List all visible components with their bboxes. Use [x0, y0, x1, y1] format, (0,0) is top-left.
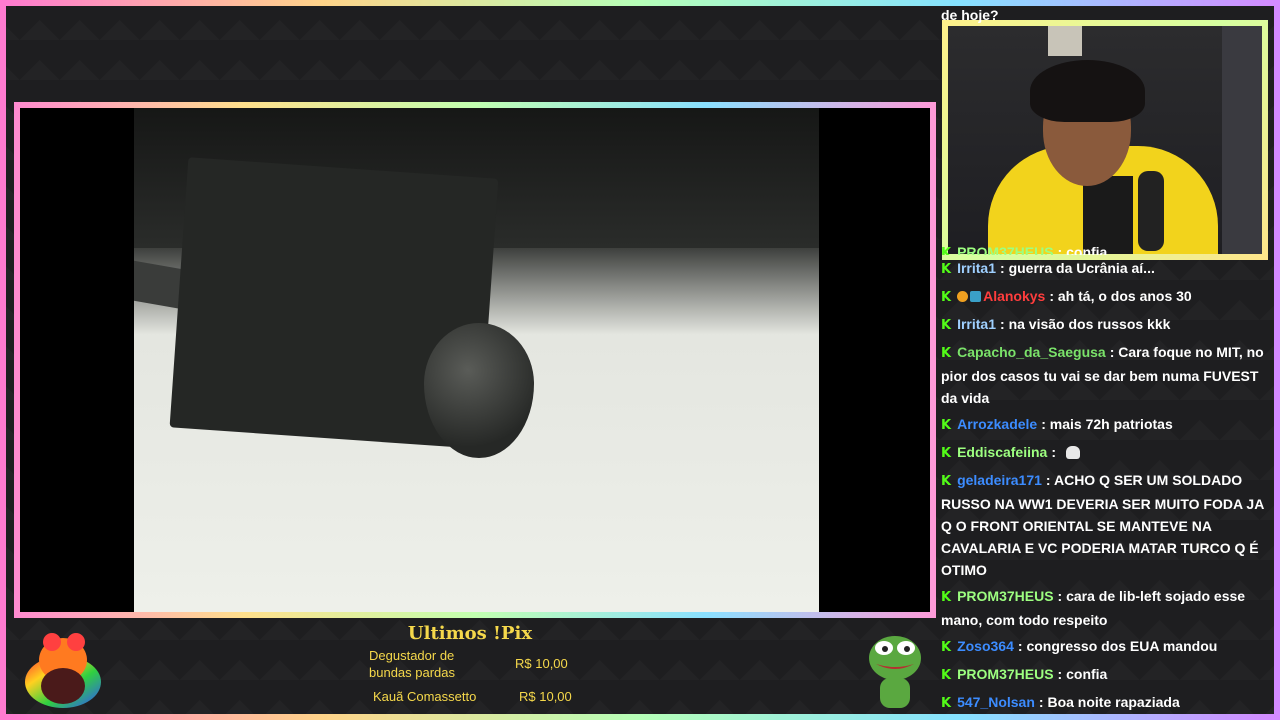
kick-icon: K [941, 418, 952, 433]
chat-username[interactable]: Alanokys [983, 288, 1045, 304]
chat-username[interactable]: Eddiscafeiina [957, 444, 1047, 460]
chat-username[interactable]: PROM37HEUS [957, 244, 1053, 255]
pix-title: Ultimos !Pix [407, 623, 533, 644]
chat-username[interactable]: PROM37HEUS [957, 588, 1053, 604]
chat-username[interactable]: Arrozkadele [957, 416, 1037, 432]
chat-username[interactable]: 547_Nolsan [957, 694, 1035, 710]
skull-icon [1065, 446, 1080, 459]
chat-clipped-message: de hoje? [941, 7, 999, 23]
chat-panel: de hoje? K PROM37HEUS: confia K Irrita1: gu… [941, 0, 1271, 720]
chat-username[interactable]: Irrita1 [957, 260, 996, 276]
pix-donor-name: Kauã Comassetto [373, 689, 477, 704]
kick-icon: K [941, 696, 952, 711]
kick-icon: K [941, 318, 952, 333]
chat-username[interactable]: Irrita1 [957, 316, 996, 332]
pix-donation-value: R$ 10,00 [519, 689, 572, 704]
kick-icon: K [941, 590, 952, 605]
kick-icon: K [941, 668, 952, 683]
video-content [134, 108, 819, 612]
chat-username[interactable]: geladeira171 [957, 472, 1042, 488]
chat-text: Boa noite rapaziada [1047, 694, 1180, 710]
pepe-frog-icon [869, 636, 921, 708]
chat-message: K Alanokys: ah tá, o dos anos 30 [941, 283, 1271, 311]
video-frame [14, 102, 936, 618]
chat-separator: : [1057, 244, 1067, 255]
chat-messages: K PROM37HEUS: confia K Irrita1: guerra da U… [941, 244, 1271, 717]
chat-message: K PROM37HEUS: confia [941, 239, 1271, 255]
chat-message: K Zoso364: congresso dos EUA mandou [941, 633, 1271, 661]
chat-separator: : [1057, 588, 1067, 604]
chat-separator: : [1000, 260, 1009, 276]
chat-username[interactable]: Zoso364 [957, 638, 1014, 654]
chat-username[interactable]: Capacho_da_Saegusa [957, 344, 1106, 360]
kick-icon: K [941, 246, 952, 255]
chat-message: K Arrozkadele: mais 72h patriotas [941, 411, 1271, 439]
chat-username[interactable]: PROM37HEUS [957, 666, 1053, 682]
chat-text: confia [1066, 244, 1108, 255]
chat-message: K 547_Nolsan: Boa noite rapaziada [941, 689, 1271, 717]
kick-icon: K [941, 446, 952, 461]
kick-icon: K [941, 262, 952, 277]
chat-separator: : [1051, 444, 1060, 460]
chat-message: K Eddiscafeiina: [941, 439, 1271, 467]
chat-separator: : [1049, 288, 1058, 304]
chat-message: K PROM37HEUS: cara de lib-left sojado ess… [941, 583, 1271, 633]
chat-message: K PROM37HEUS: confia [941, 661, 1271, 689]
kick-icon: K [941, 346, 952, 361]
chat-text: mais 72h patriotas [1049, 416, 1173, 432]
chat-text: ah tá, o dos anos 30 [1057, 288, 1192, 304]
kick-icon: K [941, 290, 952, 305]
chat-text: confia [1066, 666, 1108, 682]
pix-donor-name: Degustador de bundas pardas [369, 648, 456, 680]
chat-text: congresso dos EUA mandou [1026, 638, 1218, 654]
blue-badge-icon [970, 291, 982, 302]
kick-icon: K [941, 640, 952, 655]
chat-separator: : [1041, 416, 1050, 432]
chat-text: na visão dos russos kkk [1008, 316, 1171, 332]
chat-separator: : [1057, 666, 1067, 682]
chat-separator: : [1045, 472, 1054, 488]
pix-donation-value: R$ 10,00 [515, 656, 568, 671]
orange-badge-icon [957, 291, 969, 302]
chat-separator: : [1109, 344, 1119, 360]
video-player[interactable] [20, 108, 930, 612]
chat-text: guerra da Ucrânia aí... [1008, 260, 1155, 276]
chat-message: K Irrita1: guerra da Ucrânia aí... [941, 255, 1271, 283]
chat-message: K Irrita1: na visão dos russos kkk [941, 311, 1271, 339]
chat-message: K Capacho_da_Saegusa: Cara foque no MIT, … [941, 339, 1271, 411]
kick-icon: K [941, 474, 952, 489]
video-bomb [424, 323, 534, 458]
rainbow-frog-mascot-icon [25, 633, 101, 708]
chat-separator: : [1000, 316, 1009, 332]
chat-message: Kgeladeira171: ACHO Q SER UM SOLDADO RUS… [941, 467, 1271, 583]
